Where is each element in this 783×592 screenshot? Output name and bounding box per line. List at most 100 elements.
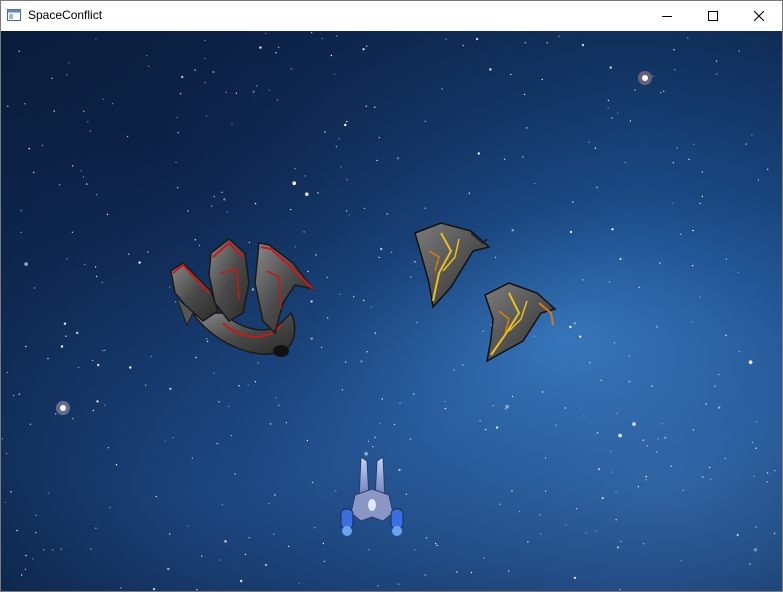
maximize-button[interactable] [690,1,736,31]
star [83,110,85,113]
star [715,60,718,62]
star [196,589,198,591]
star [377,585,379,587]
star [147,251,149,253]
star [766,481,768,483]
star [619,257,622,261]
star [18,393,21,395]
star [629,120,632,122]
star [5,452,8,455]
star [541,391,544,393]
star [92,409,95,412]
star [66,258,68,260]
star [379,422,381,425]
star [607,99,610,102]
star [564,407,567,409]
star [661,423,663,425]
star [393,423,396,426]
star [341,389,344,391]
star [60,548,62,550]
star [624,161,627,164]
star [753,548,758,552]
star [292,181,297,185]
minimize-button[interactable] [644,1,690,31]
star [699,296,701,298]
star [82,176,85,178]
star [340,166,342,168]
star [479,420,481,422]
star [53,110,55,112]
star [714,385,716,387]
star [63,322,67,325]
star [107,447,110,449]
star [311,481,314,484]
star [223,198,226,201]
star [324,131,326,133]
star [656,451,658,453]
star [511,490,513,492]
close-button[interactable] [736,1,782,31]
star [632,422,636,426]
star [106,213,109,216]
star [225,91,227,93]
star [33,171,35,174]
star [216,442,218,445]
star [345,210,348,212]
star [152,587,156,591]
star [321,37,323,40]
star [628,380,631,383]
star [305,192,309,196]
star [691,321,694,323]
game-canvas[interactable] [1,31,782,591]
star [705,403,707,405]
star [33,287,36,289]
star [424,120,426,123]
star [128,253,130,255]
star [645,475,647,478]
star [212,70,215,74]
star [363,207,366,210]
star [585,532,587,534]
star [534,182,536,185]
star [409,438,412,440]
star [619,588,621,591]
star [278,404,280,406]
star [277,46,280,48]
star [95,275,98,278]
star [659,262,661,264]
star [615,519,617,521]
star [104,404,106,406]
star [86,183,88,185]
star [148,65,150,67]
star [751,134,753,136]
star [710,478,712,480]
star [663,90,665,92]
star [360,360,363,363]
star [89,130,92,132]
star [55,413,57,415]
title-bar[interactable]: SpaceConflict [1,1,782,31]
star [29,423,32,425]
star [201,555,203,557]
star [353,296,355,298]
star [91,359,94,362]
star [523,93,526,96]
star [221,504,224,506]
star [518,510,521,513]
star [699,202,701,205]
star [65,335,67,337]
star [642,439,644,441]
star [617,112,619,114]
star [655,325,659,328]
star [204,81,206,84]
close-icon [754,11,764,21]
star [680,560,682,562]
star [109,506,111,509]
star [489,68,492,71]
star [344,123,347,127]
star [378,136,380,139]
star [541,78,543,81]
star [755,526,757,528]
star [333,73,336,75]
star [167,567,170,571]
